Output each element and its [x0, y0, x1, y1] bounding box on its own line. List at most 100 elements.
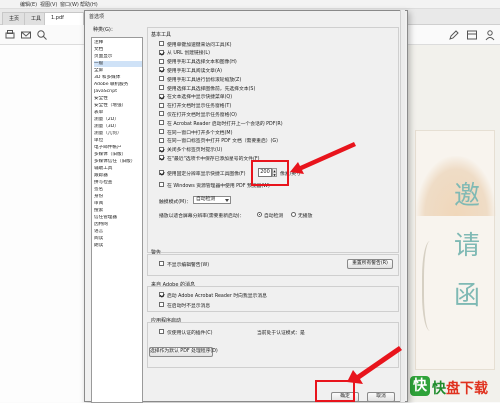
category-item[interactable]: 测量（几何） — [94, 131, 142, 137]
icon-size-label: 使用固定分辨率显示快捷工具图像(F) — [167, 171, 246, 177]
highlight-icon-size — [251, 160, 289, 186]
thumbnail-icon[interactable] — [466, 29, 478, 41]
watermark-text: 快盘下载 — [432, 381, 488, 397]
category-item[interactable]: 多媒体（旧版） — [94, 152, 142, 158]
category-item[interactable]: 信任管理器 — [94, 215, 142, 221]
basic-option-checkbox[interactable] — [159, 102, 164, 108]
basic-option-checkbox[interactable] — [159, 58, 164, 64]
basic-option-checkbox[interactable] — [159, 111, 164, 117]
category-item[interactable]: 安全性 — [94, 96, 142, 102]
category-item[interactable]: 安全性（增强） — [94, 103, 142, 109]
category-item[interactable]: 文档 — [94, 47, 142, 53]
messages-label-1: 启动 Adobe Acrobat Reader 时向我显示消息 — [167, 293, 267, 299]
basic-option-checkbox[interactable] — [159, 120, 164, 126]
chevron-down-icon — [225, 199, 229, 202]
basic-option-checkbox[interactable] — [159, 49, 164, 55]
basic-option-label: 在文本选择中显示快捷菜单(Q) — [167, 95, 233, 101]
tab-home[interactable]: 主页 — [2, 12, 27, 25]
basic-option-label: 使用手形工具进行鼠标滚轮缩放(Z) — [167, 77, 242, 83]
basic-option-checkbox[interactable] — [159, 76, 164, 82]
site-watermark: 快 快盘下载 — [410, 374, 498, 398]
basic-tools-title: 基本工具 — [151, 32, 172, 38]
tab-document[interactable]: 1.pdf — [44, 12, 84, 25]
category-item[interactable]: 语言 — [94, 229, 142, 235]
basic-option-checkbox[interactable] — [159, 93, 164, 99]
basic-option-label: 从 URL 创建链接(L) — [167, 51, 210, 57]
categories-label: 种类(G)： — [93, 27, 116, 33]
category-item[interactable]: 阅读 — [94, 236, 142, 242]
basic-option-label: 使用选择工具选择图像前，先选择文本(S) — [167, 86, 256, 92]
touch-mode-select[interactable]: 自动检测 — [193, 196, 231, 204]
cancel-button[interactable]: 取消 — [367, 392, 395, 402]
radio-auto-detect[interactable] — [257, 212, 262, 217]
messages-checkbox-2[interactable] — [159, 302, 164, 307]
category-item[interactable]: 审阅 — [94, 201, 142, 207]
category-item[interactable]: 跟踪器 — [94, 173, 142, 179]
basic-option-label: 在同一窗口中打开多个文档(M) — [167, 130, 233, 136]
windows-preview-checkbox[interactable] — [159, 182, 164, 187]
messages-checkbox-1[interactable] — [159, 292, 164, 297]
radio-no-scaling[interactable] — [291, 212, 296, 217]
dialog-title: 首选项 — [89, 14, 105, 20]
category-item[interactable]: 页面显示 — [94, 54, 142, 60]
category-item[interactable]: 因特网 — [94, 222, 142, 228]
basic-option-label: 关闭多个标签页时提示(U) — [167, 148, 223, 154]
icon-size-checkbox[interactable] — [159, 170, 164, 175]
menu-window[interactable]: 窗口(W) — [60, 1, 79, 8]
category-item[interactable]: 多媒体信任（旧版） — [94, 159, 142, 165]
reset-warnings-button[interactable]: 重置所有警告(R) — [347, 259, 393, 269]
warnings-label: 不显示编辑警告(W) — [167, 262, 210, 268]
basic-option-checkbox[interactable] — [159, 41, 164, 46]
menu-help[interactable]: 帮助(H) — [80, 1, 98, 8]
menu-edit[interactable]: 编辑(E) — [20, 1, 37, 8]
category-item[interactable]: 测量（3D） — [94, 124, 142, 130]
basic-option-label: 使用单键加速键来访问工具(K) — [167, 42, 232, 48]
category-item[interactable]: 搜索 — [94, 208, 142, 214]
basic-option-checkbox[interactable] — [159, 67, 164, 73]
category-item[interactable]: 辅助工具 — [94, 166, 142, 172]
category-list[interactable]: 注释 文档 页面显示 一般 全屏 3D 和多媒体 Adobe 联机服务 JavaScript 安… — [91, 37, 143, 403]
default-pdf-handler-button[interactable]: 选择作为默认 PDF 处理程序(D) — [149, 347, 218, 357]
warnings-checkbox[interactable] — [159, 261, 164, 266]
basic-option-checkbox[interactable] — [159, 137, 164, 143]
search-icon[interactable] — [36, 29, 48, 41]
basic-option-checkbox[interactable] — [159, 85, 164, 90]
basic-option-checkbox[interactable] — [159, 155, 164, 161]
mail-icon[interactable] — [20, 29, 32, 41]
card-feather-graphic — [422, 241, 442, 331]
certified-plugins-label: 仅使用认证的插件(C) — [167, 330, 213, 336]
basic-option-label: 使用手形工具选择文本和图像(H) — [167, 60, 237, 66]
category-item[interactable]: 一般 — [94, 61, 142, 67]
radio-no-scaling-label: 无播放 — [298, 214, 313, 219]
basic-option-checkbox[interactable] — [159, 146, 164, 152]
left-panel — [0, 45, 82, 402]
print-icon[interactable] — [4, 29, 16, 41]
category-item[interactable]: 电子邮件帐户 — [94, 145, 142, 151]
basic-option-label: 在 Acrobat Reader 启动时打开上一个会话的 PDF(R) — [167, 121, 283, 127]
category-item[interactable]: 单位 — [94, 138, 142, 144]
radio-auto-detect-label: 自动检测 — [264, 214, 284, 219]
category-item[interactable]: 身份 — [94, 194, 142, 200]
card-title: 邀请函 — [453, 181, 480, 311]
certified-plugins-checkbox[interactable] — [159, 329, 164, 334]
category-item[interactable]: Adobe 联机服务 — [94, 82, 142, 88]
cert-mode-value: 是 — [300, 331, 305, 336]
messages-label-2: 在启动时不显示消息 — [167, 303, 211, 309]
category-item[interactable]: 3D 和多媒体 — [94, 75, 142, 81]
category-item[interactable]: 拼写检查 — [94, 180, 142, 186]
basic-option-label: 仅在打开文档时显示任务窗格(O) — [167, 112, 237, 118]
category-item[interactable]: JavaScript — [94, 89, 142, 95]
cert-mode-label: 当前处于认证模式： — [257, 331, 301, 336]
menu-view[interactable]: 视图(V) — [40, 1, 57, 8]
category-item[interactable]: 全屏 — [94, 68, 142, 74]
category-item[interactable]: 表单 — [94, 110, 142, 116]
red-arrow-icon — [290, 142, 356, 174]
pen-icon[interactable] — [448, 29, 460, 41]
basic-option-label: 使用手形工具阅读文章(A) — [167, 68, 222, 74]
category-item[interactable]: 测量（2D） — [94, 117, 142, 123]
category-item[interactable]: 朗读 — [94, 243, 142, 249]
basic-option-checkbox[interactable] — [159, 129, 164, 134]
category-item[interactable]: 签名 — [94, 187, 142, 193]
category-item[interactable]: 注释 — [94, 40, 142, 46]
account-icon[interactable] — [484, 29, 496, 41]
